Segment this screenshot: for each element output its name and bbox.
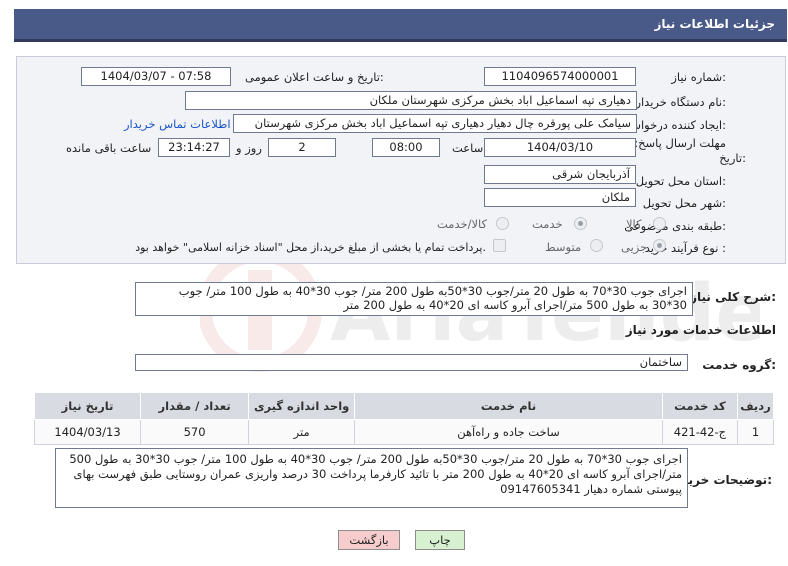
- cell-code: ج-42-421: [661, 419, 738, 445]
- service-group-label: گروه خدمت:: [702, 358, 776, 372]
- col-unit: واحد اندازه گیری: [248, 392, 356, 420]
- category-option-goods-service: کالا/خدمت: [437, 217, 488, 231]
- treasury-note: پرداخت تمام یا بخشی از مبلغ خرید،از محل …: [135, 241, 486, 254]
- col-row: ردیف: [736, 392, 775, 420]
- cell-row: 1: [736, 419, 775, 445]
- category-radio-goods-service[interactable]: [496, 217, 509, 230]
- buyer-org-field: دهیاری تپه اسماعیل اباد بخش مرکزی شهرستا…: [185, 91, 637, 110]
- general-description-field: اجرای جوب 30*70 به طول 20 متر/جوب 30*50ب…: [135, 282, 693, 316]
- category-option-goods: کالا: [626, 217, 642, 231]
- city-label: شهر محل تحویل:: [642, 196, 726, 210]
- need-number-label: شماره نیاز:: [671, 70, 726, 84]
- col-code: کد خدمت: [661, 392, 738, 420]
- services-table: ردیف کد خدمت نام خدمت واحد اندازه گیری ت…: [33, 392, 775, 445]
- province-label: استان محل تحویل:: [635, 174, 726, 188]
- deadline-label-date: تاریخ:: [719, 151, 746, 165]
- cell-date: 1404/03/13: [33, 419, 142, 445]
- announce-datetime-label: تاریخ و ساعت اعلان عمومی:: [245, 70, 384, 84]
- cell-name: ساخت جاده و راه‌آهن: [354, 419, 663, 445]
- buyer-notes-field: اجرای جوب 30*70 به طول 20 متر/جوب 30*50ب…: [55, 448, 688, 508]
- buyer-org-label: نام دستگاه خریدار:: [635, 95, 726, 109]
- requester-field: سیامک علی پورقره چال دهیار دهیاری تپه اس…: [233, 114, 637, 133]
- table-row: 1 ج-42-421 ساخت جاده و راه‌آهن متر 570 1…: [33, 419, 775, 445]
- category-radio-goods[interactable]: [653, 217, 666, 230]
- deadline-date-field: 1404/03/10: [484, 138, 636, 157]
- announce-datetime-field: 1404/03/07 - 07:58: [81, 67, 231, 86]
- deadline-time-label: ساعت: [452, 141, 484, 155]
- general-description-label: شرح کلی نیاز:: [690, 290, 776, 304]
- purchase-radio-medium[interactable]: [590, 239, 603, 252]
- col-qty: تعداد / مقدار: [140, 392, 250, 420]
- need-number-field: 1104096574000001: [484, 67, 636, 86]
- province-field: آذربایجان شرقی: [484, 165, 636, 184]
- services-table-header: ردیف کد خدمت نام خدمت واحد اندازه گیری ت…: [33, 392, 775, 420]
- cell-unit: متر: [248, 419, 356, 445]
- col-name: نام خدمت: [354, 392, 663, 420]
- services-section-title: اطلاعات خدمات مورد نیاز: [625, 323, 776, 337]
- days-remaining-field: 2: [268, 138, 336, 157]
- time-remaining-label: ساعت باقی مانده: [66, 141, 152, 155]
- days-label: روز و: [236, 141, 262, 155]
- back-button[interactable]: بازگشت: [338, 530, 400, 550]
- purchase-option-minor: جزیی: [621, 240, 648, 254]
- purchase-radio-minor[interactable]: [653, 239, 666, 252]
- cell-qty: 570: [140, 419, 250, 445]
- page-header: جزئیات اطلاعات نیاز: [14, 9, 787, 42]
- category-option-service: خدمت: [532, 217, 563, 231]
- buyer-contact-link[interactable]: اطلاعات تماس خریدار: [124, 117, 231, 131]
- deadline-time-field: 08:00: [372, 138, 440, 157]
- category-radio-service[interactable]: [574, 217, 587, 230]
- page-title: جزئیات اطلاعات نیاز: [654, 17, 775, 31]
- print-button[interactable]: چاپ: [415, 530, 465, 550]
- purchase-option-medium: متوسط: [545, 240, 582, 254]
- city-field: ملکان: [484, 188, 636, 207]
- treasury-checkbox[interactable]: [493, 239, 506, 252]
- col-date: تاریخ نیاز: [33, 392, 142, 420]
- service-group-field: ساختمان: [135, 354, 688, 371]
- time-remaining-field: 23:14:27: [158, 138, 230, 157]
- deadline-label: مهلت ارسال پاسخ: تا: [623, 136, 726, 150]
